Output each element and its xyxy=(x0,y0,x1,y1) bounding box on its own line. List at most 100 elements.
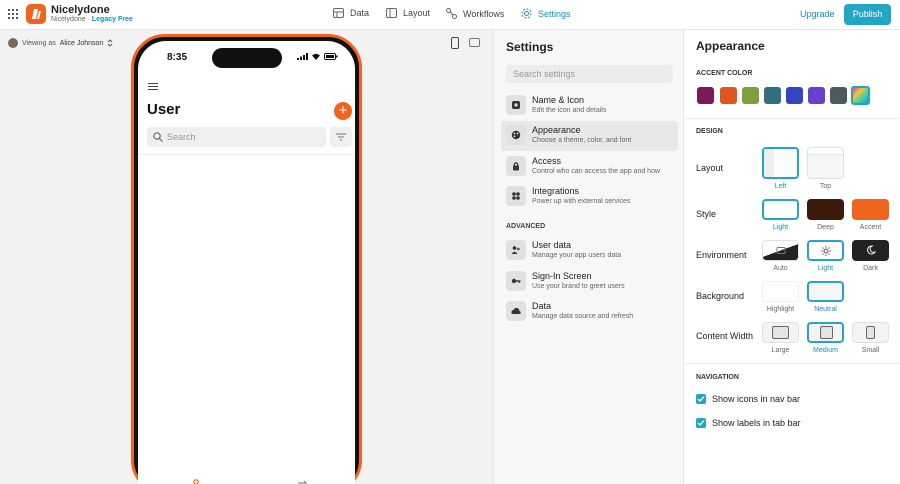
key-icon xyxy=(506,271,526,291)
auto-preview xyxy=(762,240,799,261)
settings-item-title: Name & Icon xyxy=(532,95,585,105)
tab-swap-icon[interactable] xyxy=(297,479,308,484)
settings-item-desc: Control who can access the app and how xyxy=(532,168,661,175)
avatar xyxy=(8,38,18,48)
checkbox[interactable] xyxy=(696,418,706,428)
medium-width-glyph xyxy=(820,326,833,339)
plan-badge[interactable]: Legacy Free xyxy=(92,16,133,23)
width-option-label: Small xyxy=(861,347,880,354)
settings-search-input[interactable]: Search settings xyxy=(506,65,673,83)
accent-swatch-blue[interactable] xyxy=(786,87,803,104)
advanced-section-label: ADVANCED xyxy=(506,223,546,230)
width-option-large[interactable]: Large xyxy=(762,322,799,354)
cloud-icon xyxy=(506,301,526,321)
chevron-updown-icon xyxy=(107,39,113,47)
width-option-medium[interactable]: Medium xyxy=(807,322,844,354)
style-option-light[interactable]: Light xyxy=(762,199,799,231)
tablet-preview-icon[interactable] xyxy=(469,38,480,47)
settings-item-sign-in[interactable]: Sign-In Screen Use your brand to greet u… xyxy=(501,267,678,297)
layout-option-left[interactable]: Left xyxy=(762,147,799,190)
style-light-preview xyxy=(762,199,799,220)
tab-user-icon[interactable] xyxy=(191,479,201,484)
phone-screen: 8:35 User + Search xyxy=(138,41,355,484)
phone-search-input[interactable]: Search xyxy=(147,127,326,147)
environment-option-dark[interactable]: Dark xyxy=(852,240,889,272)
checkbox-label: Show labels in tab bar xyxy=(712,418,801,428)
accent-swatch-green[interactable] xyxy=(742,87,759,104)
org-name: Nicelydone xyxy=(51,16,86,23)
viewing-prefix: Viewing as xyxy=(22,39,56,47)
environment-option-light[interactable]: Light xyxy=(807,240,844,272)
search-icon xyxy=(153,132,163,142)
nav-data[interactable]: Data xyxy=(333,8,369,18)
accent-swatch-custom[interactable] xyxy=(851,86,870,105)
phone-frame: 8:35 User + Search xyxy=(131,34,362,484)
separator: · xyxy=(87,16,90,23)
checkbox-label: Show icons in nav bar xyxy=(712,394,801,404)
app-icon xyxy=(506,95,526,115)
checkbox[interactable] xyxy=(696,394,706,404)
app-name[interactable]: Nicelydone xyxy=(51,4,110,16)
environment-option-label: Auto xyxy=(773,265,788,272)
show-icons-checkbox-row[interactable]: Show icons in nav bar xyxy=(696,394,800,404)
nav-workflows[interactable]: Workflows xyxy=(446,8,504,19)
apps-grid-icon[interactable] xyxy=(8,9,18,19)
neutral-preview xyxy=(807,281,844,302)
add-button[interactable]: + xyxy=(334,102,352,120)
viewing-as-selector[interactable]: Viewing as Alice Johnson xyxy=(8,38,113,48)
environment-option-label: Light xyxy=(817,265,834,272)
hamburger-menu-icon[interactable] xyxy=(148,83,158,92)
settings-item-data[interactable]: Data Manage data source and refresh xyxy=(501,297,678,327)
accent-swatch-teal[interactable] xyxy=(764,87,781,104)
style-option-accent[interactable]: Accent xyxy=(852,199,889,231)
dynamic-island xyxy=(212,48,282,68)
style-option-deep[interactable]: Deep xyxy=(807,199,844,231)
settings-item-appearance[interactable]: Appearance Choose a theme, color, and fo… xyxy=(501,121,678,151)
settings-item-name-icon[interactable]: Name & Icon Edit the icon and details xyxy=(501,91,678,121)
settings-item-desc: Edit the icon and details xyxy=(532,107,607,114)
settings-item-integrations[interactable]: Integrations Power up with external serv… xyxy=(501,182,678,212)
settings-item-title: Appearance xyxy=(532,125,581,135)
accent-swatch-purple[interactable] xyxy=(808,87,825,104)
light-preview xyxy=(807,240,844,261)
accent-swatch-slate[interactable] xyxy=(830,87,847,104)
settings-item-user-data[interactable]: User data Manage your app users data xyxy=(501,236,678,266)
phone-preview-icon[interactable] xyxy=(451,37,459,49)
layout-option-label: Top xyxy=(819,183,832,190)
wifi-icon xyxy=(312,53,320,60)
publish-button[interactable]: Publish xyxy=(844,4,891,25)
settings-item-title: Integrations xyxy=(532,186,580,196)
filter-button[interactable] xyxy=(330,127,352,147)
nav-layout[interactable]: Layout xyxy=(386,8,430,18)
app-logo xyxy=(26,4,46,24)
nav-settings[interactable]: Settings xyxy=(521,8,571,19)
show-labels-checkbox-row[interactable]: Show labels in tab bar xyxy=(696,418,801,428)
list-divider xyxy=(138,154,355,155)
settings-item-access[interactable]: Access Control who can access the app an… xyxy=(501,152,678,182)
content-width-label: Content Width xyxy=(696,331,754,341)
puzzle-icon xyxy=(506,186,526,206)
nav-layout-label: Layout xyxy=(403,8,431,18)
environment-option-label: Dark xyxy=(863,265,878,272)
workflow-icon xyxy=(446,8,457,19)
upgrade-link[interactable]: Upgrade xyxy=(800,9,835,19)
width-option-small[interactable]: Small xyxy=(852,322,889,354)
accent-swatch-plum[interactable] xyxy=(697,87,714,104)
nav-data-label: Data xyxy=(350,8,370,18)
signal-icon xyxy=(297,53,308,60)
settings-item-title: User data xyxy=(532,240,572,250)
status-time: 8:35 xyxy=(167,52,188,63)
style-label: Style xyxy=(696,209,717,219)
accent-swatch-orange[interactable] xyxy=(720,87,737,104)
settings-item-title: Sign-In Screen xyxy=(532,271,592,281)
environment-option-auto[interactable]: Auto xyxy=(762,240,799,272)
settings-panel: Settings Search settings Name & Icon Edi… xyxy=(494,30,684,484)
accent-color-label: ACCENT COLOR xyxy=(696,70,753,77)
background-option-highlight[interactable]: Highlight xyxy=(762,281,799,313)
layout-option-top[interactable]: Top xyxy=(807,147,844,190)
small-preview xyxy=(852,322,889,343)
background-option-neutral[interactable]: Neutral xyxy=(807,281,844,313)
style-accent-preview xyxy=(852,199,889,220)
settings-item-desc: Manage your app users data xyxy=(532,252,622,259)
top-bar: Nicelydone Nicelydone · Legacy Free Data… xyxy=(0,0,900,30)
